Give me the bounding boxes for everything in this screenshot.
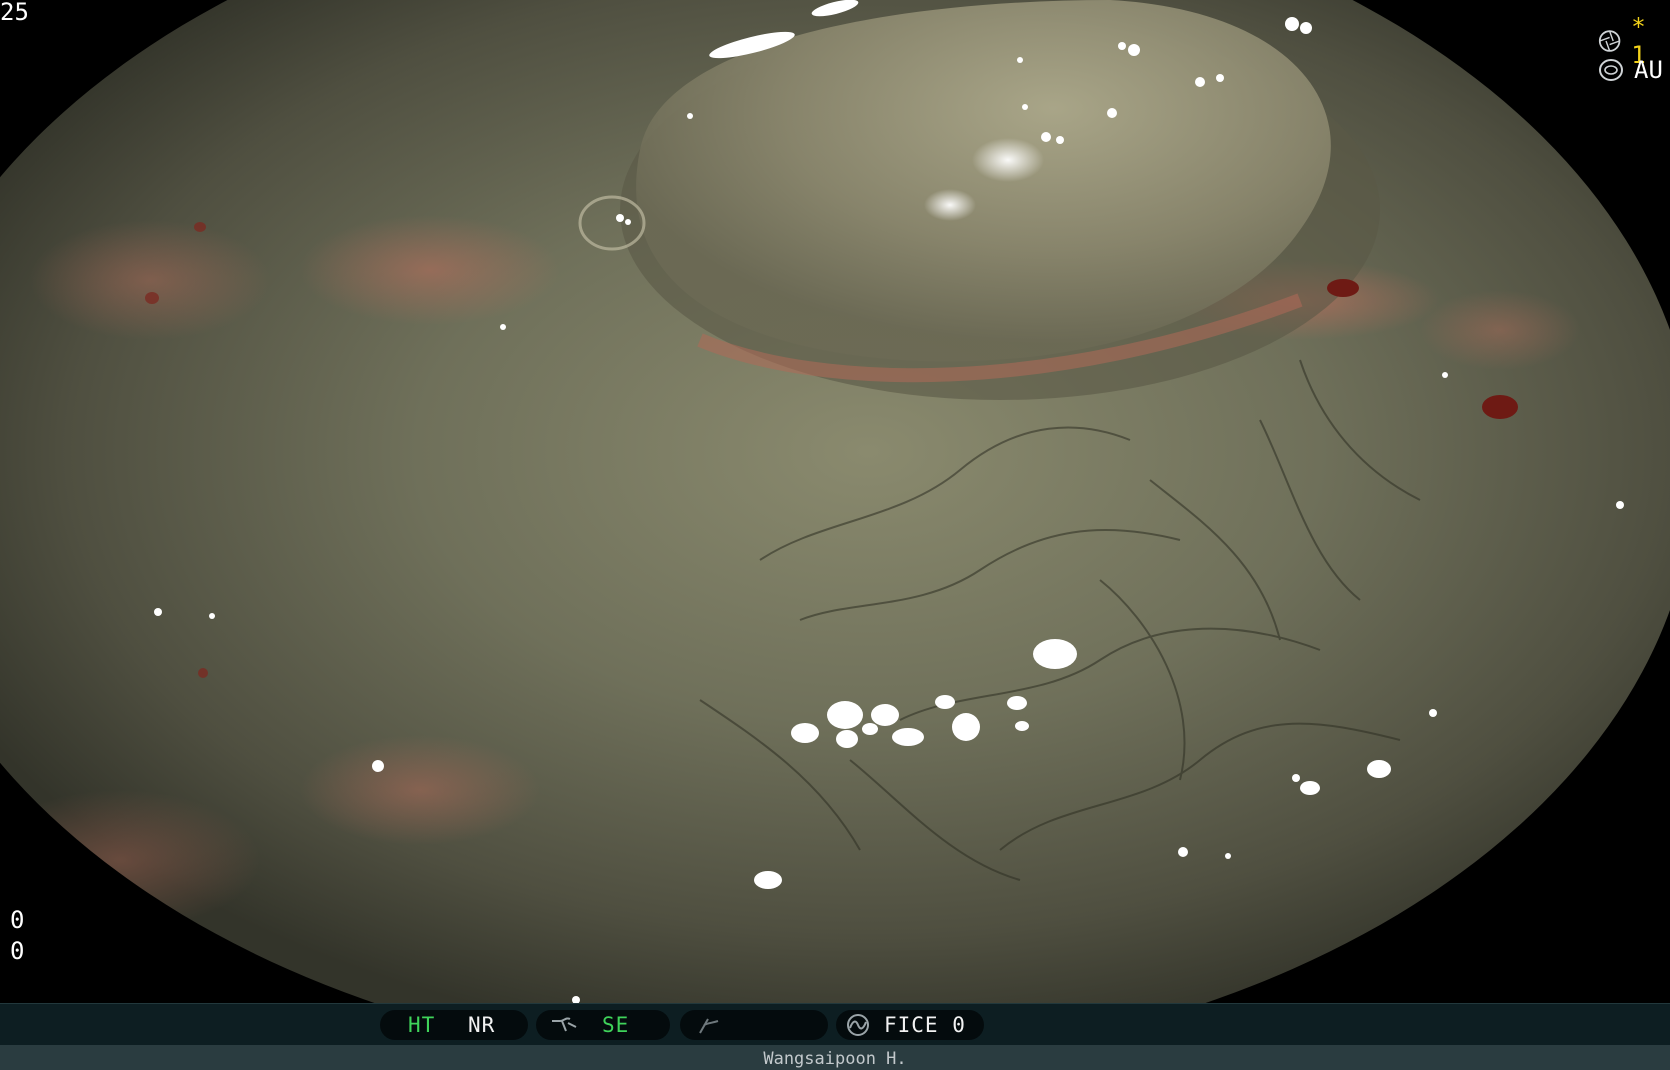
aperture-icon <box>1598 30 1621 52</box>
se-indicator: SE <box>536 1010 670 1040</box>
top-right-row-iris: AU <box>1598 56 1663 84</box>
nr-label: NR <box>468 1013 496 1037</box>
endoscope-viewport: 25 * 1 AU 0 0 <box>0 0 1670 1003</box>
se-label: SE <box>602 1013 630 1037</box>
structure-enhance-icon <box>552 1017 577 1032</box>
color-mode-indicator <box>680 1010 828 1040</box>
left-value-2: 0 <box>10 937 25 965</box>
iris-icon <box>1599 59 1623 81</box>
fice-indicator: FICE 0 <box>836 1010 984 1040</box>
endoscopic-image <box>0 0 1670 1003</box>
fice-icon <box>847 1014 869 1036</box>
fice-label: FICE 0 <box>884 1013 966 1037</box>
ht-label: HT <box>408 1013 436 1037</box>
operator-name: Wangsaipoon H. <box>763 1049 907 1069</box>
left-value-1: 0 <box>10 906 25 934</box>
curve-icon <box>699 1018 719 1034</box>
status-bar: HT NR SE FICE 0 <box>0 1003 1670 1046</box>
footer-bar: Wangsaipoon H. <box>0 1045 1670 1070</box>
top-left-counter: 25 <box>0 0 29 26</box>
iris-mode: AU <box>1634 56 1663 84</box>
ht-nr-indicator: HT NR <box>380 1010 528 1040</box>
top-right-row-shutter: * 1 <box>1598 13 1670 69</box>
